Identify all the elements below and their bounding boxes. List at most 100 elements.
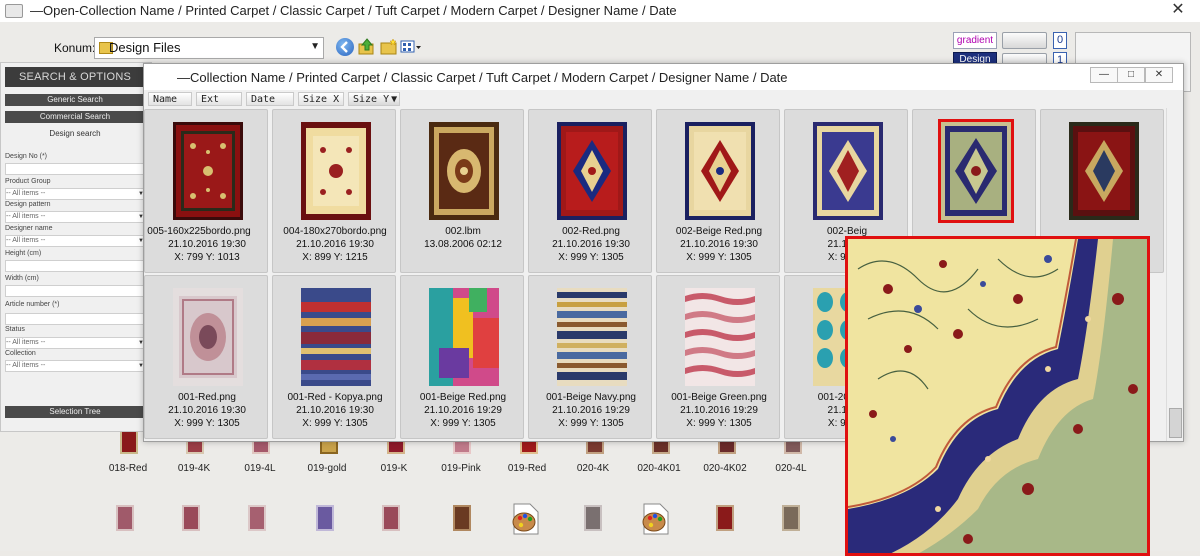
file-date: 21.10.2016 19:30: [296, 405, 374, 416]
maximize-icon[interactable]: □: [1117, 67, 1145, 83]
label-019-k: 019-K: [380, 463, 408, 474]
label-020-4l: 020-4L: [775, 463, 807, 474]
inner-title-bar: —Collection Name / Printed Carpet / Clas…: [144, 64, 1183, 90]
new-folder-icon[interactable]: [380, 38, 398, 56]
carpet-thumbnail: [301, 122, 371, 220]
close-icon[interactable]: ✕: [1145, 67, 1173, 83]
thumb-row3-3[interactable]: [248, 505, 266, 531]
vertical-scrollbar[interactable]: [1166, 108, 1183, 441]
design-no-input[interactable]: [5, 163, 147, 175]
sort-sizey-button[interactable]: Size Y ▼: [348, 92, 400, 106]
file-card[interactable]: 005-160x225bordo.png 21.10.2016 19:30 X:…: [144, 109, 268, 273]
label-019-pink: 019-Pink: [441, 463, 481, 474]
height-input[interactable]: [5, 260, 147, 272]
chevron-down-icon: ▼: [310, 41, 320, 52]
select-value: -- All items --: [6, 362, 46, 369]
file-date: 21.10.2016 19:30: [168, 405, 246, 416]
up-folder-icon[interactable]: [358, 38, 376, 56]
thumb-row3-6[interactable]: [453, 505, 471, 531]
label-020-4k: 020-4K: [576, 463, 610, 474]
location-dropdown[interactable]: Design Files ▼: [94, 37, 324, 59]
label-019-red: 019-Red: [507, 463, 547, 474]
location-value: Design Files: [109, 40, 181, 55]
file-card[interactable]: 002.lbm 13.08.2006 02:12: [400, 109, 524, 273]
file-card[interactable]: 001-Beige Green.png 21.10.2016 19:29 X: …: [656, 275, 780, 439]
product-group-select[interactable]: -- All items -- ▼: [5, 188, 147, 200]
minimize-icon[interactable]: —: [1090, 67, 1118, 83]
thumb-row3-7[interactable]: [584, 505, 602, 531]
label-019-4l: 019-4L: [244, 463, 276, 474]
design-search-label: Design search: [49, 129, 101, 138]
file-card[interactable]: 001-Red.png 21.10.2016 19:30 X: 999 Y: 1…: [144, 275, 268, 439]
file-card[interactable]: 002-Red.png 21.10.2016 19:30 X: 999 Y: 1…: [528, 109, 652, 273]
back-icon[interactable]: [336, 38, 354, 56]
file-size: X: 799 Y: 1013: [174, 252, 240, 263]
file-name: 002-Red.png: [562, 226, 620, 237]
sort-name-button[interactable]: Name: [148, 92, 192, 106]
file-date: 21.10.2016 19:29: [424, 405, 502, 416]
thumb-row3-5[interactable]: [382, 505, 400, 531]
select-value: -- All items --: [6, 190, 46, 197]
sort-bar: Name Ext Date Size X Size Y ▼: [144, 90, 1183, 108]
action-button-1[interactable]: [1002, 32, 1047, 49]
file-name: 005-160x225bordo.png: [147, 226, 251, 237]
app-title: —Open-Collection Name / Printed Carpet /…: [30, 3, 677, 18]
select-value: -- All items --: [6, 213, 46, 220]
carpet-thumbnail: [429, 288, 499, 386]
carpet-thumbnail: [938, 119, 1014, 223]
carpet-thumbnail: [557, 122, 627, 220]
select-value: -- All items --: [6, 339, 46, 346]
palette-icon[interactable]: [510, 502, 540, 536]
article-number-input[interactable]: [5, 313, 147, 325]
carpet-thumbnail: [1069, 122, 1139, 220]
generic-search-tab[interactable]: Generic Search: [5, 94, 145, 106]
field-label: Product Group: [5, 178, 51, 185]
status-select[interactable]: -- All items -- ▼: [5, 337, 147, 349]
file-card[interactable]: 002-Beige Red.png 21.10.2016 19:30 X: 99…: [656, 109, 780, 273]
counter-top[interactable]: 0: [1053, 32, 1067, 49]
label-019-4k: 019-4K: [177, 463, 211, 474]
thumb-row3-2[interactable]: [182, 505, 200, 531]
commercial-search-tab[interactable]: Commercial Search: [5, 111, 145, 123]
collection-select[interactable]: -- All items -- ▼: [5, 360, 147, 372]
file-card[interactable]: 001-Beige Red.png 21.10.2016 19:29 X: 99…: [400, 275, 524, 439]
thumb-row3-4[interactable]: [316, 505, 334, 531]
design-pattern-select[interactable]: -- All items -- ▼: [5, 211, 147, 223]
thumb-row3-8[interactable]: [716, 505, 734, 531]
file-size: X: 999 Y: 1305: [686, 418, 752, 429]
file-card[interactable]: 001-Beige Navy.png 21.10.2016 19:29 X: 9…: [528, 275, 652, 439]
designer-name-select[interactable]: -- All items -- ▼: [5, 235, 147, 247]
carpet-thumbnail: [429, 122, 499, 220]
field-label: Designer name: [5, 225, 53, 232]
inner-title: —Collection Name / Printed Carpet / Clas…: [177, 70, 788, 85]
file-date: 21.10.2016 19:30: [296, 239, 374, 250]
app-icon: [5, 4, 23, 18]
sort-desc-icon: ▼: [391, 94, 398, 105]
view-menu-icon[interactable]: [400, 38, 422, 56]
sort-date-button[interactable]: Date: [246, 92, 294, 106]
palette-icon-2[interactable]: [640, 502, 670, 536]
select-value: -- All items --: [6, 237, 46, 244]
file-name: 001-Red.png: [178, 392, 236, 403]
file-card[interactable]: 001-Red - Kopya.png 21.10.2016 19:30 X: …: [272, 275, 396, 439]
label-020-4k02: 020-4K02: [703, 463, 747, 474]
close-icon[interactable]: ✕: [1166, 0, 1190, 20]
carpet-thumbnail: [685, 122, 755, 220]
file-size: X: 999 Y: 1305: [302, 418, 368, 429]
scrollbar-thumb[interactable]: [1169, 408, 1182, 438]
sort-ext-button[interactable]: Ext: [196, 92, 242, 106]
file-size: X: 999 Y: 1305: [686, 252, 752, 263]
gradient-button[interactable]: gradient: [953, 32, 997, 49]
carpet-thumbnail: [301, 288, 371, 386]
field-label: Design No (*): [5, 153, 48, 160]
thumb-row3-9[interactable]: [782, 505, 800, 531]
thumb-row3-1[interactable]: [116, 505, 134, 531]
width-input[interactable]: [5, 285, 147, 297]
file-name: 004-180x270bordo.png: [283, 226, 387, 237]
selection-tree-button[interactable]: Selection Tree: [5, 406, 145, 418]
file-card[interactable]: 004-180x270bordo.png 21.10.2016 19:30 X:…: [272, 109, 396, 273]
file-size: X: 999 Y: 1305: [430, 418, 496, 429]
search-options-header[interactable]: SEARCH & OPTIONS: [5, 67, 145, 87]
sort-sizex-button[interactable]: Size X: [298, 92, 344, 106]
file-name: 002.lbm: [445, 226, 481, 237]
